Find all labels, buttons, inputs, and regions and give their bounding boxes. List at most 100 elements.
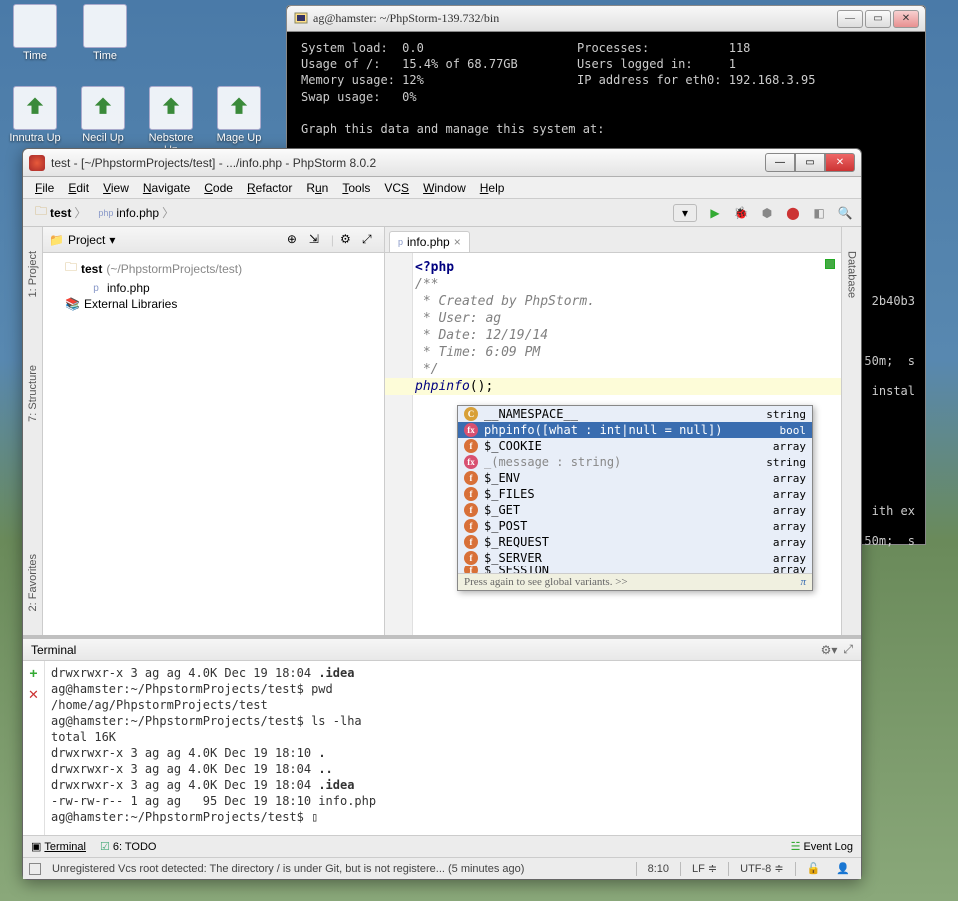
editor-tabs: pinfo.php × (385, 227, 841, 253)
maximize-button[interactable]: ▭ (795, 153, 825, 172)
kind-icon: f (464, 439, 478, 453)
status-hector-icon[interactable]: 👤 (831, 861, 855, 876)
menu-navigate[interactable]: Navigate (137, 179, 196, 197)
tool-todo[interactable]: ☑ 6: TODO (100, 840, 156, 853)
menu-file[interactable]: File (29, 179, 60, 197)
autocomplete-item[interactable]: C__NAMESPACE__string (458, 406, 812, 422)
terminal-pane: Terminal ⚙▾ ⤢ + ✕ drwxrwxr-x 3 ag ag 4.0… (23, 635, 861, 835)
autocomplete-item[interactable]: f$_SERVERarray (458, 550, 812, 566)
project-pane: 📁 Project ▾ ⊕ ⇲ | ⚙ ⤢ 🗀 test (~/Phpstorm… (43, 227, 385, 635)
autocomplete-item[interactable]: f$_COOKIEarray (458, 438, 812, 454)
gear-icon[interactable]: ⚙▾ (821, 643, 838, 657)
putty-terminal-body[interactable]: System load: 0.0Processes: 118 Usage of … (287, 32, 925, 145)
menu-help[interactable]: Help (474, 179, 511, 197)
autocomplete-item[interactable]: f$_GETarray (458, 502, 812, 518)
event-log[interactable]: ☱ Event Log (791, 840, 853, 853)
kind-icon: f (464, 566, 478, 573)
status-message[interactable]: Unregistered Vcs root detected: The dire… (47, 862, 630, 876)
desktop-icon[interactable]: Mage Up (210, 86, 268, 156)
gear-icon[interactable]: ⚙ (340, 232, 356, 248)
autocomplete-item[interactable]: f$_SESSIONarray (458, 566, 812, 573)
autocomplete-item[interactable]: f$_POSTarray (458, 518, 812, 534)
search-icon[interactable]: 🔍 (837, 205, 853, 221)
code-editor[interactable]: <?php /** * Created by PhpStorm. * User:… (385, 253, 841, 635)
terminal-body[interactable]: drwxrwxr-x 3 ag ag 4.0K Dec 19 18:04 .id… (45, 661, 861, 835)
code-content: <?php /** * Created by PhpStorm. * User:… (415, 259, 835, 395)
tool-project[interactable]: 1: Project (27, 247, 39, 301)
breadcrumb-file[interactable]: php info.php (94, 202, 178, 223)
run-button[interactable]: ▶ (707, 205, 723, 221)
menu-tools[interactable]: Tools (336, 179, 376, 197)
autocomplete-item[interactable]: f$_FILESarray (458, 486, 812, 502)
menu-code[interactable]: Code (198, 179, 239, 197)
status-position[interactable]: 8:10 (643, 862, 674, 876)
tool-structure[interactable]: 7: Structure (27, 361, 39, 426)
coverage-button[interactable]: ⬢ (759, 205, 775, 221)
php-icon: php (98, 208, 113, 218)
desktop-icon[interactable]: Innutra Up (6, 86, 64, 156)
debug-button[interactable]: 🐞 (733, 205, 749, 221)
close-session-icon[interactable]: ✕ (28, 687, 39, 703)
autocomplete-footer: Press again to see global variants. >>π (458, 573, 812, 590)
terminal-icon: ▣ (31, 840, 41, 853)
minimize-button[interactable]: — (765, 153, 795, 172)
desktop-icon[interactable]: Nebstore Up (142, 86, 200, 156)
kind-icon: f (464, 503, 478, 517)
run-config-dropdown[interactable]: ▾ (673, 204, 697, 222)
desktop-icon-label: Innutra Up (9, 132, 60, 144)
project-root-node[interactable]: 🗀 test (~/PhpstormProjects/test) (43, 257, 384, 280)
project-pane-title[interactable]: 📁 Project ▾ (49, 233, 281, 247)
menu-run[interactable]: Run (300, 179, 334, 197)
php-icon: p (398, 237, 403, 247)
menu-vcs[interactable]: VCS (378, 179, 415, 197)
external-libraries-node[interactable]: 📚 External Libraries (43, 296, 384, 312)
tool-terminal[interactable]: ▣ Terminal (31, 840, 86, 853)
kind-icon: fx (464, 423, 478, 437)
putty-fragment: 2b40b3 50m; s instal ith ex 50m; s (864, 286, 915, 556)
kind-icon: f (464, 551, 478, 565)
toolbar: 🗀 test php info.php ▾ ▶ 🐞 ⬢ ⬤ ◧ 🔍 (23, 199, 861, 227)
menu-view[interactable]: View (97, 179, 135, 197)
close-button[interactable]: ✕ (893, 10, 919, 28)
phpstorm-icon (29, 155, 45, 171)
right-sidebar-rail: Database (841, 227, 861, 635)
todo-icon: ☑ (100, 840, 110, 853)
autocomplete-item[interactable]: f$_REQUESTarray (458, 534, 812, 550)
ide-titlebar[interactable]: test - [~/PhpstormProjects/test] - .../i… (23, 149, 861, 177)
desktop-icon[interactable]: Time (76, 4, 134, 62)
status-lock-icon[interactable]: 🔓 (802, 861, 826, 876)
status-toggle-icon[interactable] (29, 863, 41, 875)
desktop-icon[interactable]: Necil Up (74, 86, 132, 156)
editor-tab[interactable]: pinfo.php × (389, 231, 470, 252)
minimize-button[interactable]: — (837, 10, 863, 28)
menu-window[interactable]: Window (417, 179, 472, 197)
stop-button[interactable]: ◧ (811, 205, 827, 221)
menu-edit[interactable]: Edit (62, 179, 95, 197)
autocomplete-item[interactable]: f$_ENVarray (458, 470, 812, 486)
phpstorm-window: test - [~/PhpstormProjects/test] - .../i… (22, 148, 862, 880)
scroll-to-icon[interactable]: ⊕ (287, 232, 303, 248)
close-tab-icon[interactable]: × (454, 235, 461, 249)
breadcrumb-project[interactable]: 🗀 test (31, 200, 90, 225)
project-file-node[interactable]: p info.php (43, 280, 384, 296)
close-button[interactable]: ✕ (825, 153, 855, 172)
tool-favorites[interactable]: 2: Favorites (27, 550, 39, 615)
maximize-button[interactable]: ▭ (865, 10, 891, 28)
status-line-ending[interactable]: LF ≑ (687, 861, 722, 876)
putty-titlebar[interactable]: ag@hamster: ~/PhpStorm-139.732/bin — ▭ ✕ (287, 6, 925, 32)
collapse-icon[interactable]: ⇲ (309, 232, 325, 248)
hide-icon[interactable]: ⤢ (843, 642, 853, 657)
new-session-icon[interactable]: + (29, 665, 37, 681)
autocomplete-item[interactable]: fx_(message : string)string (458, 454, 812, 470)
status-encoding[interactable]: UTF-8 ≑ (735, 861, 788, 876)
ide-title: test - [~/PhpstormProjects/test] - .../i… (51, 156, 765, 170)
listen-button[interactable]: ⬤ (785, 205, 801, 221)
library-icon: 📚 (65, 297, 80, 311)
tool-database[interactable]: Database (846, 247, 858, 302)
autocomplete-item[interactable]: fxphpinfo([what : int|null = null])bool (458, 422, 812, 438)
kind-icon: f (464, 487, 478, 501)
menu-refactor[interactable]: Refactor (241, 179, 298, 197)
autocomplete-popup: C__NAMESPACE__stringfxphpinfo([what : in… (457, 405, 813, 591)
hide-icon[interactable]: ⤢ (362, 232, 378, 248)
desktop-icon[interactable]: Time (6, 4, 64, 62)
